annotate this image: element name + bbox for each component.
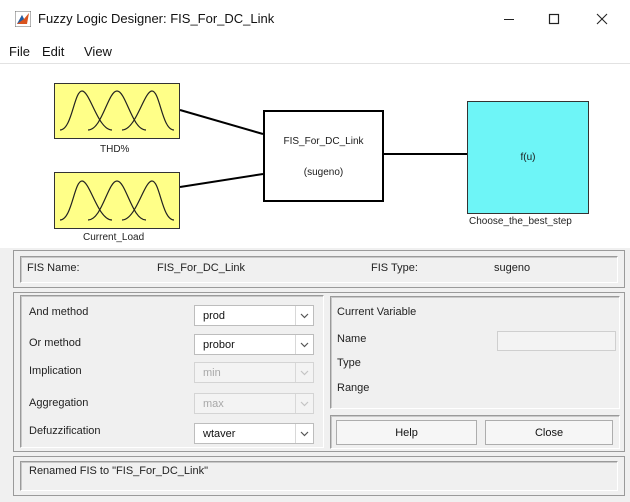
input-current-load-label: Current_Load [83,232,145,243]
close-window-button[interactable] [580,4,624,34]
fis-block-name: FIS_For_DC_Link [283,136,364,147]
chevron-down-icon [295,335,313,354]
help-button[interactable]: Help [336,420,477,445]
fis-type-value: sugeno [494,262,531,274]
close-icon [596,13,608,25]
aggregation-value: max [203,398,224,410]
fis-name-value: FIS_For_DC_Link [157,262,246,274]
output-function: f(u) [520,152,536,163]
input-current-load-block[interactable] [54,172,180,229]
input-thd-block[interactable] [54,83,180,139]
fis-name-label: FIS Name: [27,262,80,274]
status-message: Renamed FIS to "FIS_For_DC_Link" [29,465,208,477]
implication-select: min [194,362,314,383]
variable-type-label: Type [337,357,361,369]
defuzzification-value: wtaver [203,428,236,440]
maximize-button[interactable] [532,4,576,34]
minimize-button[interactable] [487,4,531,34]
implication-value: min [203,367,221,379]
aggregation-select: max [194,393,314,414]
defuzzification-select[interactable]: wtaver [194,423,314,444]
or-method-select[interactable]: probor [194,334,314,355]
aggregation-label: Aggregation [29,397,89,409]
implication-label: Implication [29,365,82,377]
fis-block-type: (sugeno) [303,167,344,178]
menu-edit[interactable]: Edit [42,44,64,59]
variable-name-label: Name [337,333,367,345]
fis-info-panel [13,250,625,288]
menu-view[interactable]: View [84,44,112,59]
and-method-select[interactable]: prod [194,305,314,326]
membership-functions-icon [54,83,180,139]
window-title: Fuzzy Logic Designer: FIS_For_DC_Link [38,11,275,26]
output-label: Choose_the_best_step [469,216,572,227]
variable-name-field[interactable] [497,331,616,351]
chevron-down-icon [295,394,313,413]
current-variable-title: Current Variable [337,306,417,318]
chevron-down-icon [295,306,313,325]
chevron-down-icon [295,363,313,382]
chevron-down-icon [295,424,313,443]
matlab-app-icon [14,10,32,28]
menu-file[interactable]: File [9,44,30,59]
close-button[interactable]: Close [485,420,613,445]
or-method-label: Or method [29,337,81,349]
fis-block[interactable]: FIS_For_DC_Link (sugeno) [263,110,384,202]
membership-functions-icon [54,172,180,229]
fis-type-label: FIS Type: [371,262,418,274]
input-thd-label: THD% [100,144,130,155]
maximize-icon [548,13,560,25]
fuzzy-logic-designer-window: Fuzzy Logic Designer: FIS_For_DC_Link Fi… [0,0,630,502]
defuzzification-label: Defuzzification [29,425,101,437]
output-block[interactable]: f(u) [467,101,589,214]
and-method-label: And method [29,306,89,318]
minimize-icon [503,13,515,25]
menu-bar: File Edit View [0,38,630,64]
fis-diagram: THD% Current_Load FIS_For_DC_Link (sugen… [0,64,630,248]
or-method-value: probor [203,339,235,351]
and-method-value: prod [203,310,226,322]
variable-range-label: Range [337,382,370,394]
title-bar[interactable]: Fuzzy Logic Designer: FIS_For_DC_Link [0,0,630,38]
